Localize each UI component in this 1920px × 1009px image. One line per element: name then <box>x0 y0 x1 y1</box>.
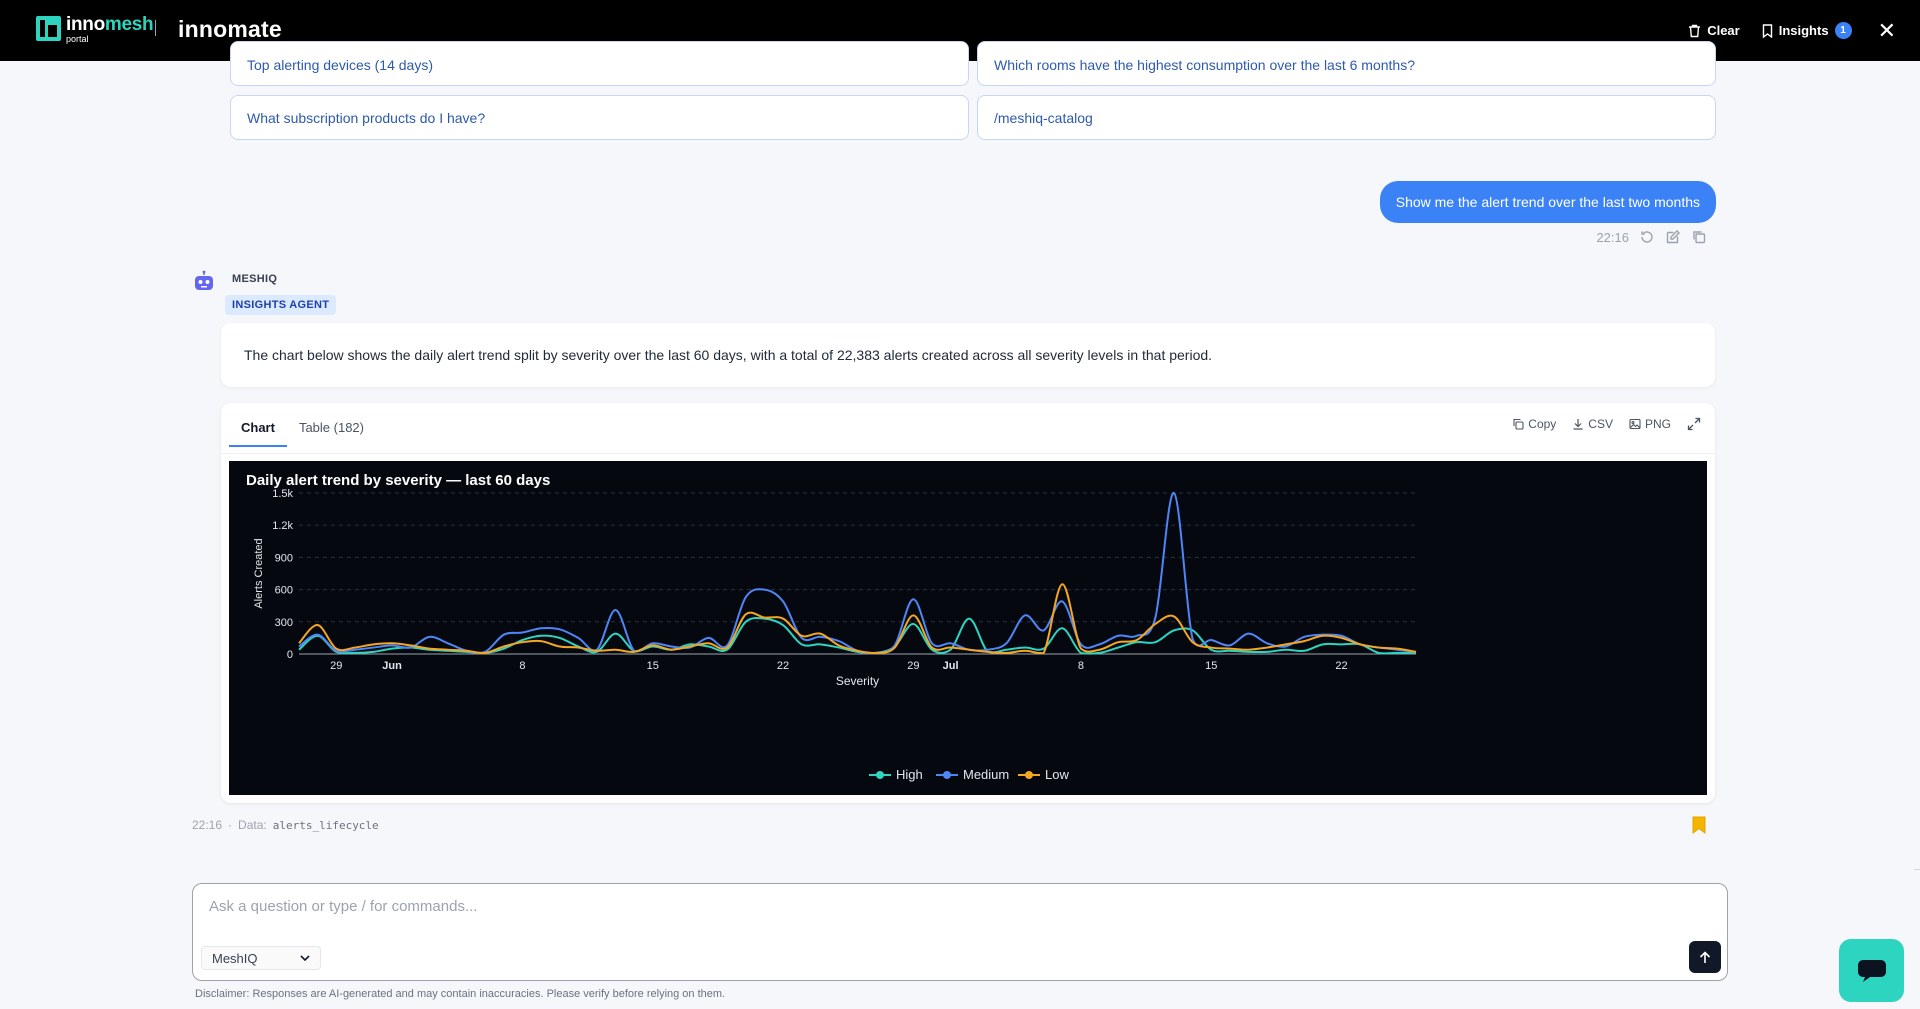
insights-button[interactable]: Insights 1 <box>1762 22 1852 39</box>
x-axis-label: Severity <box>836 674 879 688</box>
x-tick-label: 29 <box>330 660 342 672</box>
x-tick-label: 15 <box>647 660 659 672</box>
x-tick-label: Jun <box>382 660 402 672</box>
csv-button[interactable]: CSV <box>1572 417 1613 431</box>
alert-trend-chart: 0 300 600 900 1.2k 1.5k 29 Jun 8 15 22 29 Jul 8 15 22 Se… <box>253 488 1417 782</box>
insights-label: Insights <box>1778 23 1829 38</box>
legend-label-low: Low <box>1045 767 1069 782</box>
innomesh-logo[interactable]: innomesh portal <box>36 14 154 44</box>
copy-button[interactable]: Copy <box>1512 417 1556 431</box>
y-tick-label: 1.2k <box>272 520 293 532</box>
composer: MeshIQ <box>192 883 1728 981</box>
x-tick-label: 8 <box>519 660 525 672</box>
series-line-high <box>298 616 1416 655</box>
x-tick-label: Jul <box>943 660 959 672</box>
y-tick-label: 300 <box>275 617 293 629</box>
suggestion-card-top-alerting[interactable]: Top alerting devices (14 days) <box>230 41 969 86</box>
question-input[interactable] <box>209 898 1689 915</box>
robot-icon <box>195 270 213 290</box>
data-meta: 22:16 · Data: alerts_lifecycle <box>192 818 379 832</box>
arrow-up-icon <box>1699 950 1711 963</box>
chat-icon <box>1857 959 1886 982</box>
png-label: PNG <box>1644 417 1671 431</box>
chart-card: Chart Table (182) Copy CSV PNG Daily ale… <box>221 403 1715 803</box>
innomesh-logo-icon <box>36 16 61 41</box>
brand-title: innomate <box>178 16 282 42</box>
series-line-low <box>298 583 1417 655</box>
saved-bookmark-icon[interactable] <box>1692 816 1706 834</box>
chat-widget-button[interactable] <box>1839 939 1904 1002</box>
meta-data-label: Data: <box>238 818 267 832</box>
bookmark-icon <box>1762 23 1772 38</box>
agent-tag-badge: INSIGHTS AGENT <box>225 295 337 315</box>
legend-marker-medium <box>943 771 951 779</box>
copy-icon <box>1513 418 1524 430</box>
tab-divider <box>221 453 1715 454</box>
x-tick-label: 22 <box>1335 660 1347 672</box>
trash-icon <box>1689 24 1701 37</box>
clear-label: Clear <box>1707 23 1740 38</box>
x-tick-label: 8 <box>1078 660 1084 672</box>
y-tick-label: 0 <box>287 649 293 661</box>
x-tick-label: 15 <box>1205 660 1217 672</box>
tab-chart[interactable]: Chart <box>229 403 287 451</box>
agent-select-value: MeshIQ <box>212 950 258 966</box>
expand-icon[interactable] <box>1687 417 1701 431</box>
png-button[interactable]: PNG <box>1629 417 1671 431</box>
clear-button[interactable]: Clear <box>1688 23 1740 38</box>
y-tick-label: 900 <box>275 552 293 564</box>
retry-icon[interactable] <box>1639 229 1655 245</box>
chevron-down-icon <box>300 955 310 961</box>
scrollbar-hint <box>1914 869 1920 870</box>
chart-plot-area: Daily alert trend by severity — last 60 … <box>229 461 1707 795</box>
data-source-name: alerts_lifecycle <box>272 818 379 832</box>
user-message-bubble: Show me the alert trend over the last tw… <box>1379 181 1716 223</box>
insights-count-badge: 1 <box>1834 22 1852 39</box>
user-message-time: 22:16 <box>1596 229 1629 245</box>
y-tick-label: 600 <box>275 585 293 597</box>
agent-select[interactable]: MeshIQ <box>201 946 321 970</box>
x-tick-label: 29 <box>907 660 919 672</box>
meta-time: 22:16 <box>192 818 223 832</box>
close-icon[interactable]: ✕ <box>1878 18 1896 44</box>
meta-dot: · <box>228 818 233 832</box>
logo-text: innomesh <box>66 14 154 35</box>
tab-table[interactable]: Table (182) <box>287 403 376 451</box>
legend-marker-low <box>1025 771 1033 779</box>
download-icon <box>1573 419 1583 430</box>
header-divider <box>155 20 156 36</box>
legend-marker-high <box>876 771 884 779</box>
chart-toolbar: Copy CSV PNG <box>1512 417 1701 431</box>
copy-label: Copy <box>1528 417 1557 431</box>
y-axis-label: Alerts Created <box>253 538 265 608</box>
copy-icon[interactable] <box>1691 229 1707 245</box>
suggestion-card-catalog[interactable]: /meshiq-catalog <box>977 95 1716 140</box>
x-tick-label: 22 <box>777 660 789 672</box>
y-tick-label: 1.5k <box>272 488 293 500</box>
suggestion-card-subscriptions[interactable]: What subscription products do I have? <box>230 95 969 140</box>
chart-tabs: Chart Table (182) <box>229 403 376 451</box>
agent-name: MESHIQ <box>232 273 278 285</box>
series-line-medium <box>298 491 1417 655</box>
user-message-meta: 22:16 <box>1596 229 1707 245</box>
suggestion-card-room-consumption[interactable]: Which rooms have the highest consumption… <box>977 41 1716 86</box>
legend-label-high: High <box>896 767 923 782</box>
image-icon <box>1629 418 1641 430</box>
agent-message: The chart below shows the daily alert tr… <box>221 323 1715 387</box>
legend-label-medium: Medium <box>963 767 1009 782</box>
disclaimer-text: Disclaimer: Responses are AI-generated a… <box>195 988 726 1000</box>
send-button[interactable] <box>1689 941 1721 973</box>
logo-subtitle: portal <box>66 34 89 44</box>
edit-icon[interactable] <box>1665 229 1681 245</box>
header-actions: Clear Insights 1 ✕ <box>1688 0 1896 61</box>
csv-label: CSV <box>1588 417 1613 431</box>
